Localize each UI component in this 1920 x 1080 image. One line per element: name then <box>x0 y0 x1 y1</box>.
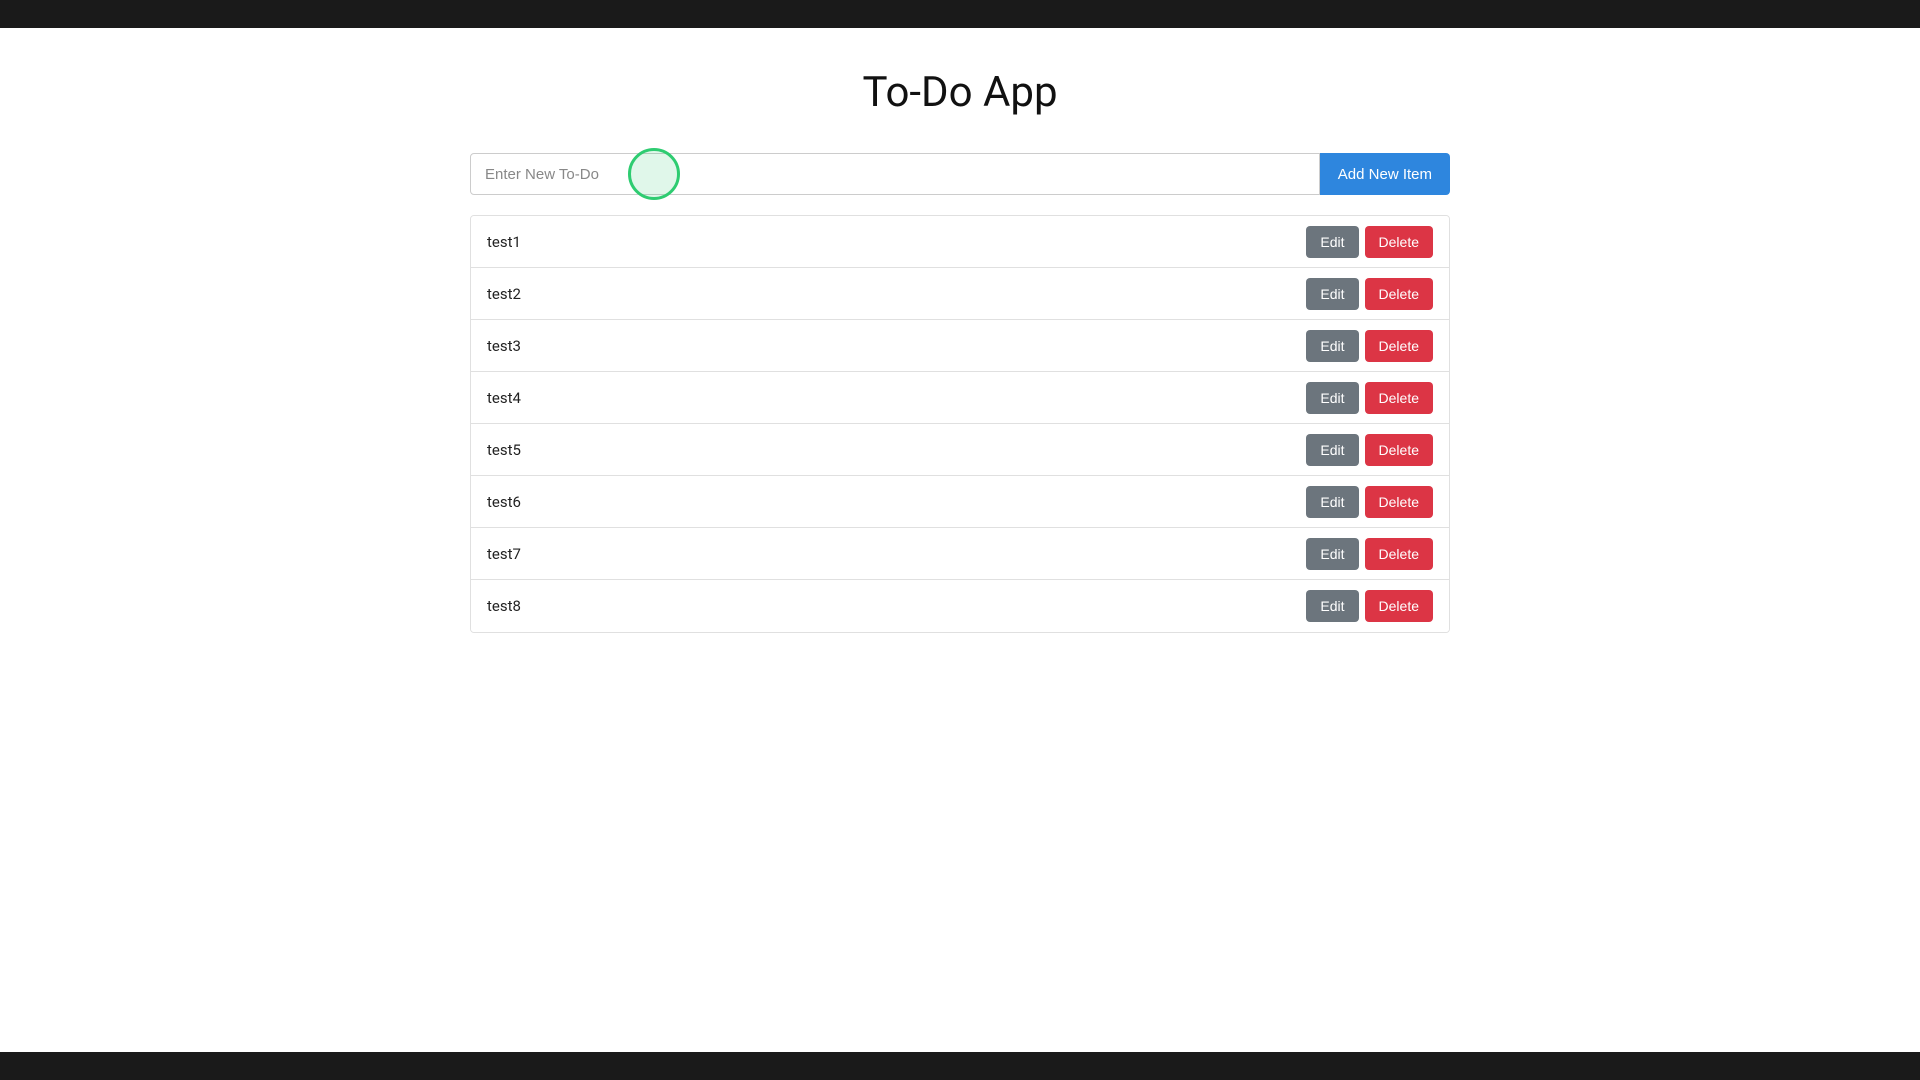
new-todo-input[interactable] <box>470 153 1320 195</box>
todo-item-text: test5 <box>487 441 521 459</box>
input-row: Add New Item <box>470 153 1450 195</box>
todo-item: test2 EditDelete <box>471 268 1449 320</box>
todo-item-text: test3 <box>487 337 521 355</box>
todo-item: test7 EditDelete <box>471 528 1449 580</box>
bottom-bar <box>0 1052 1920 1080</box>
todo-item-text: test1 <box>487 233 521 251</box>
main-content: To-Do App Add New Item test1EditDeletete… <box>0 28 1920 1052</box>
todo-item-actions: EditDelete <box>1306 590 1433 622</box>
delete-button-7[interactable]: Delete <box>1365 538 1433 570</box>
todo-item-text: test8 <box>487 597 521 615</box>
todo-item: test3 EditDelete <box>471 320 1449 372</box>
todo-item-actions: EditDelete <box>1306 486 1433 518</box>
todo-item-actions: EditDelete <box>1306 226 1433 258</box>
delete-button-4[interactable]: Delete <box>1365 382 1433 414</box>
edit-button-7[interactable]: Edit <box>1306 538 1358 570</box>
todo-item: test8 EditDelete <box>471 580 1449 632</box>
delete-button-3[interactable]: Delete <box>1365 330 1433 362</box>
todo-item-actions: EditDelete <box>1306 382 1433 414</box>
edit-button-5[interactable]: Edit <box>1306 434 1358 466</box>
top-bar <box>0 0 1920 28</box>
edit-button-6[interactable]: Edit <box>1306 486 1358 518</box>
todo-item-text: test6 <box>487 493 521 511</box>
todo-item-actions: EditDelete <box>1306 434 1433 466</box>
todo-item: test4 EditDelete <box>471 372 1449 424</box>
edit-button-8[interactable]: Edit <box>1306 590 1358 622</box>
edit-button-3[interactable]: Edit <box>1306 330 1358 362</box>
app-container: Add New Item test1EditDeletetest2EditDel… <box>470 153 1450 633</box>
delete-button-1[interactable]: Delete <box>1365 226 1433 258</box>
delete-button-2[interactable]: Delete <box>1365 278 1433 310</box>
delete-button-8[interactable]: Delete <box>1365 590 1433 622</box>
todo-item-actions: EditDelete <box>1306 330 1433 362</box>
edit-button-1[interactable]: Edit <box>1306 226 1358 258</box>
page-title: To-Do App <box>862 68 1057 117</box>
add-new-item-button[interactable]: Add New Item <box>1320 153 1450 195</box>
edit-button-4[interactable]: Edit <box>1306 382 1358 414</box>
todo-item: test5 EditDelete <box>471 424 1449 476</box>
todo-item-text: test4 <box>487 389 521 407</box>
todo-item-actions: EditDelete <box>1306 538 1433 570</box>
todo-item: test1 EditDelete <box>471 216 1449 268</box>
todo-item-actions: EditDelete <box>1306 278 1433 310</box>
todo-item-text: test7 <box>487 545 521 563</box>
edit-button-2[interactable]: Edit <box>1306 278 1358 310</box>
todo-item-text: test2 <box>487 285 521 303</box>
delete-button-5[interactable]: Delete <box>1365 434 1433 466</box>
todo-list: test1EditDeletetest2EditDeletetest3EditD… <box>470 215 1450 633</box>
todo-item: test6 EditDelete <box>471 476 1449 528</box>
delete-button-6[interactable]: Delete <box>1365 486 1433 518</box>
